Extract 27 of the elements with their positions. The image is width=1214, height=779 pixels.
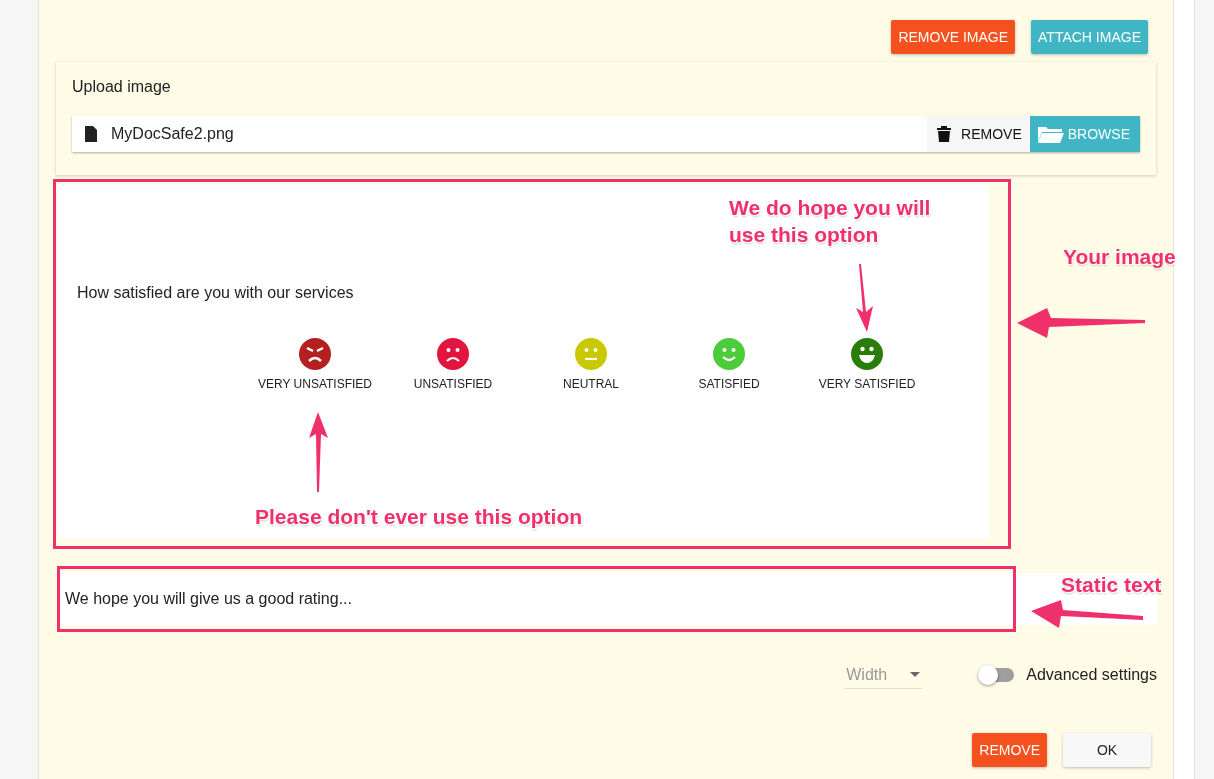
file-icon xyxy=(85,126,97,142)
remove-file-button[interactable]: REMOVE xyxy=(927,116,1030,152)
rating-label: NEUTRAL xyxy=(563,377,619,391)
rating-label: SATISFIED xyxy=(698,377,760,391)
toolbar-button[interactable]: REMOVE IMAGE xyxy=(891,20,1016,54)
rating-label: UNSATISFIED xyxy=(413,377,493,391)
question-text: How satisfied are you with our services xyxy=(76,284,355,302)
browse-button[interactable]: BROWSE xyxy=(1029,116,1140,152)
caret-icon xyxy=(910,672,921,677)
toggle-switch[interactable] xyxy=(980,668,1015,682)
toolbar-button[interactable]: ATTACH IMAGE xyxy=(1031,20,1148,54)
file-input[interactable]: MyDocSafe2.png REMOVE BROWSE xyxy=(72,116,1140,152)
annotation-text: Please don't ever use this option xyxy=(255,504,583,530)
folder-icon xyxy=(1037,125,1064,143)
rating-label: VERY UNSATISFIED xyxy=(258,377,372,391)
footer-button[interactable]: REMOVE xyxy=(972,733,1047,767)
file-name: MyDocSafe2.png xyxy=(111,125,235,143)
upload-label: Upload image xyxy=(72,78,172,96)
footer-button[interactable]: OK xyxy=(1063,733,1151,767)
trash-icon xyxy=(937,126,952,142)
annotation-text: We do hope you will use this option xyxy=(729,195,932,249)
annotation-text: Your image xyxy=(1063,244,1176,270)
rating-label: VERY SATISFIED xyxy=(818,377,916,391)
advanced-settings-label: Advanced settings xyxy=(1026,666,1157,684)
width-dropdown[interactable]: Width xyxy=(844,661,923,689)
static-text: We hope you will give us a good rating... xyxy=(64,590,352,608)
annotation-text: Static text xyxy=(1061,572,1162,598)
